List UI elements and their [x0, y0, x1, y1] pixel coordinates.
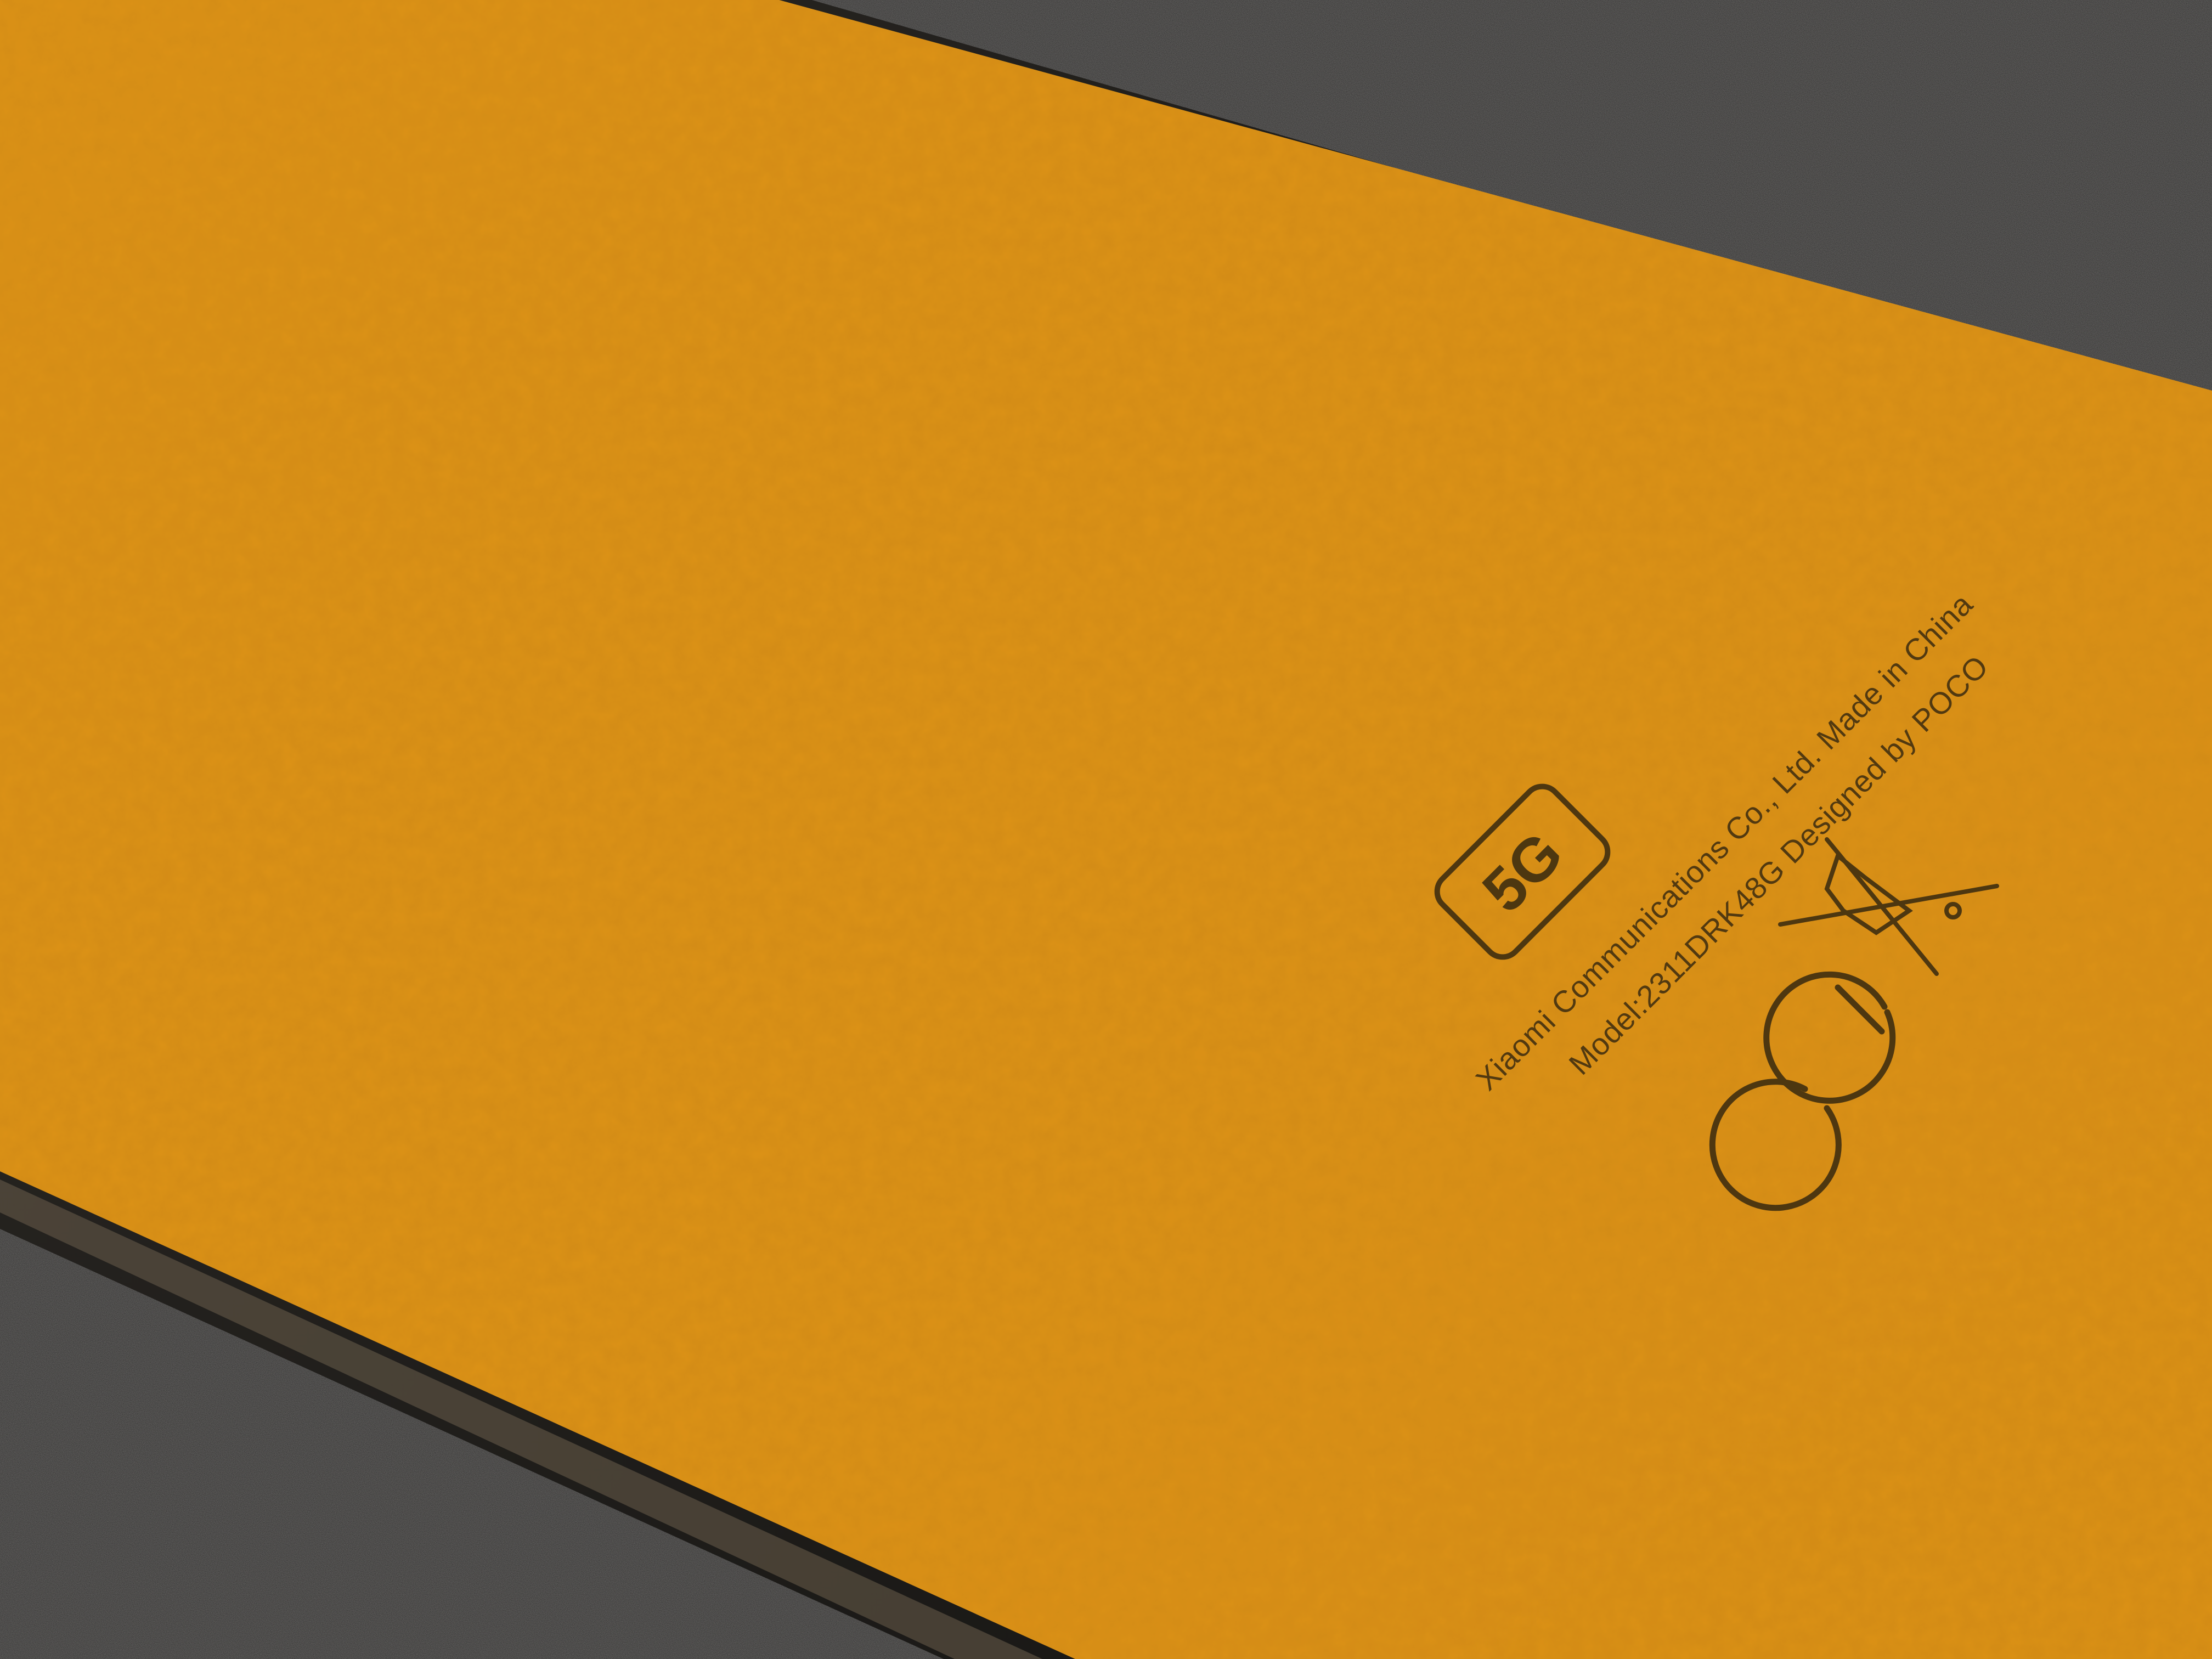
photo-scene: [0, 0, 2212, 1659]
5g-badge-label: 5G: [1469, 818, 1576, 926]
phone-back-photo: [0, 0, 2212, 1659]
